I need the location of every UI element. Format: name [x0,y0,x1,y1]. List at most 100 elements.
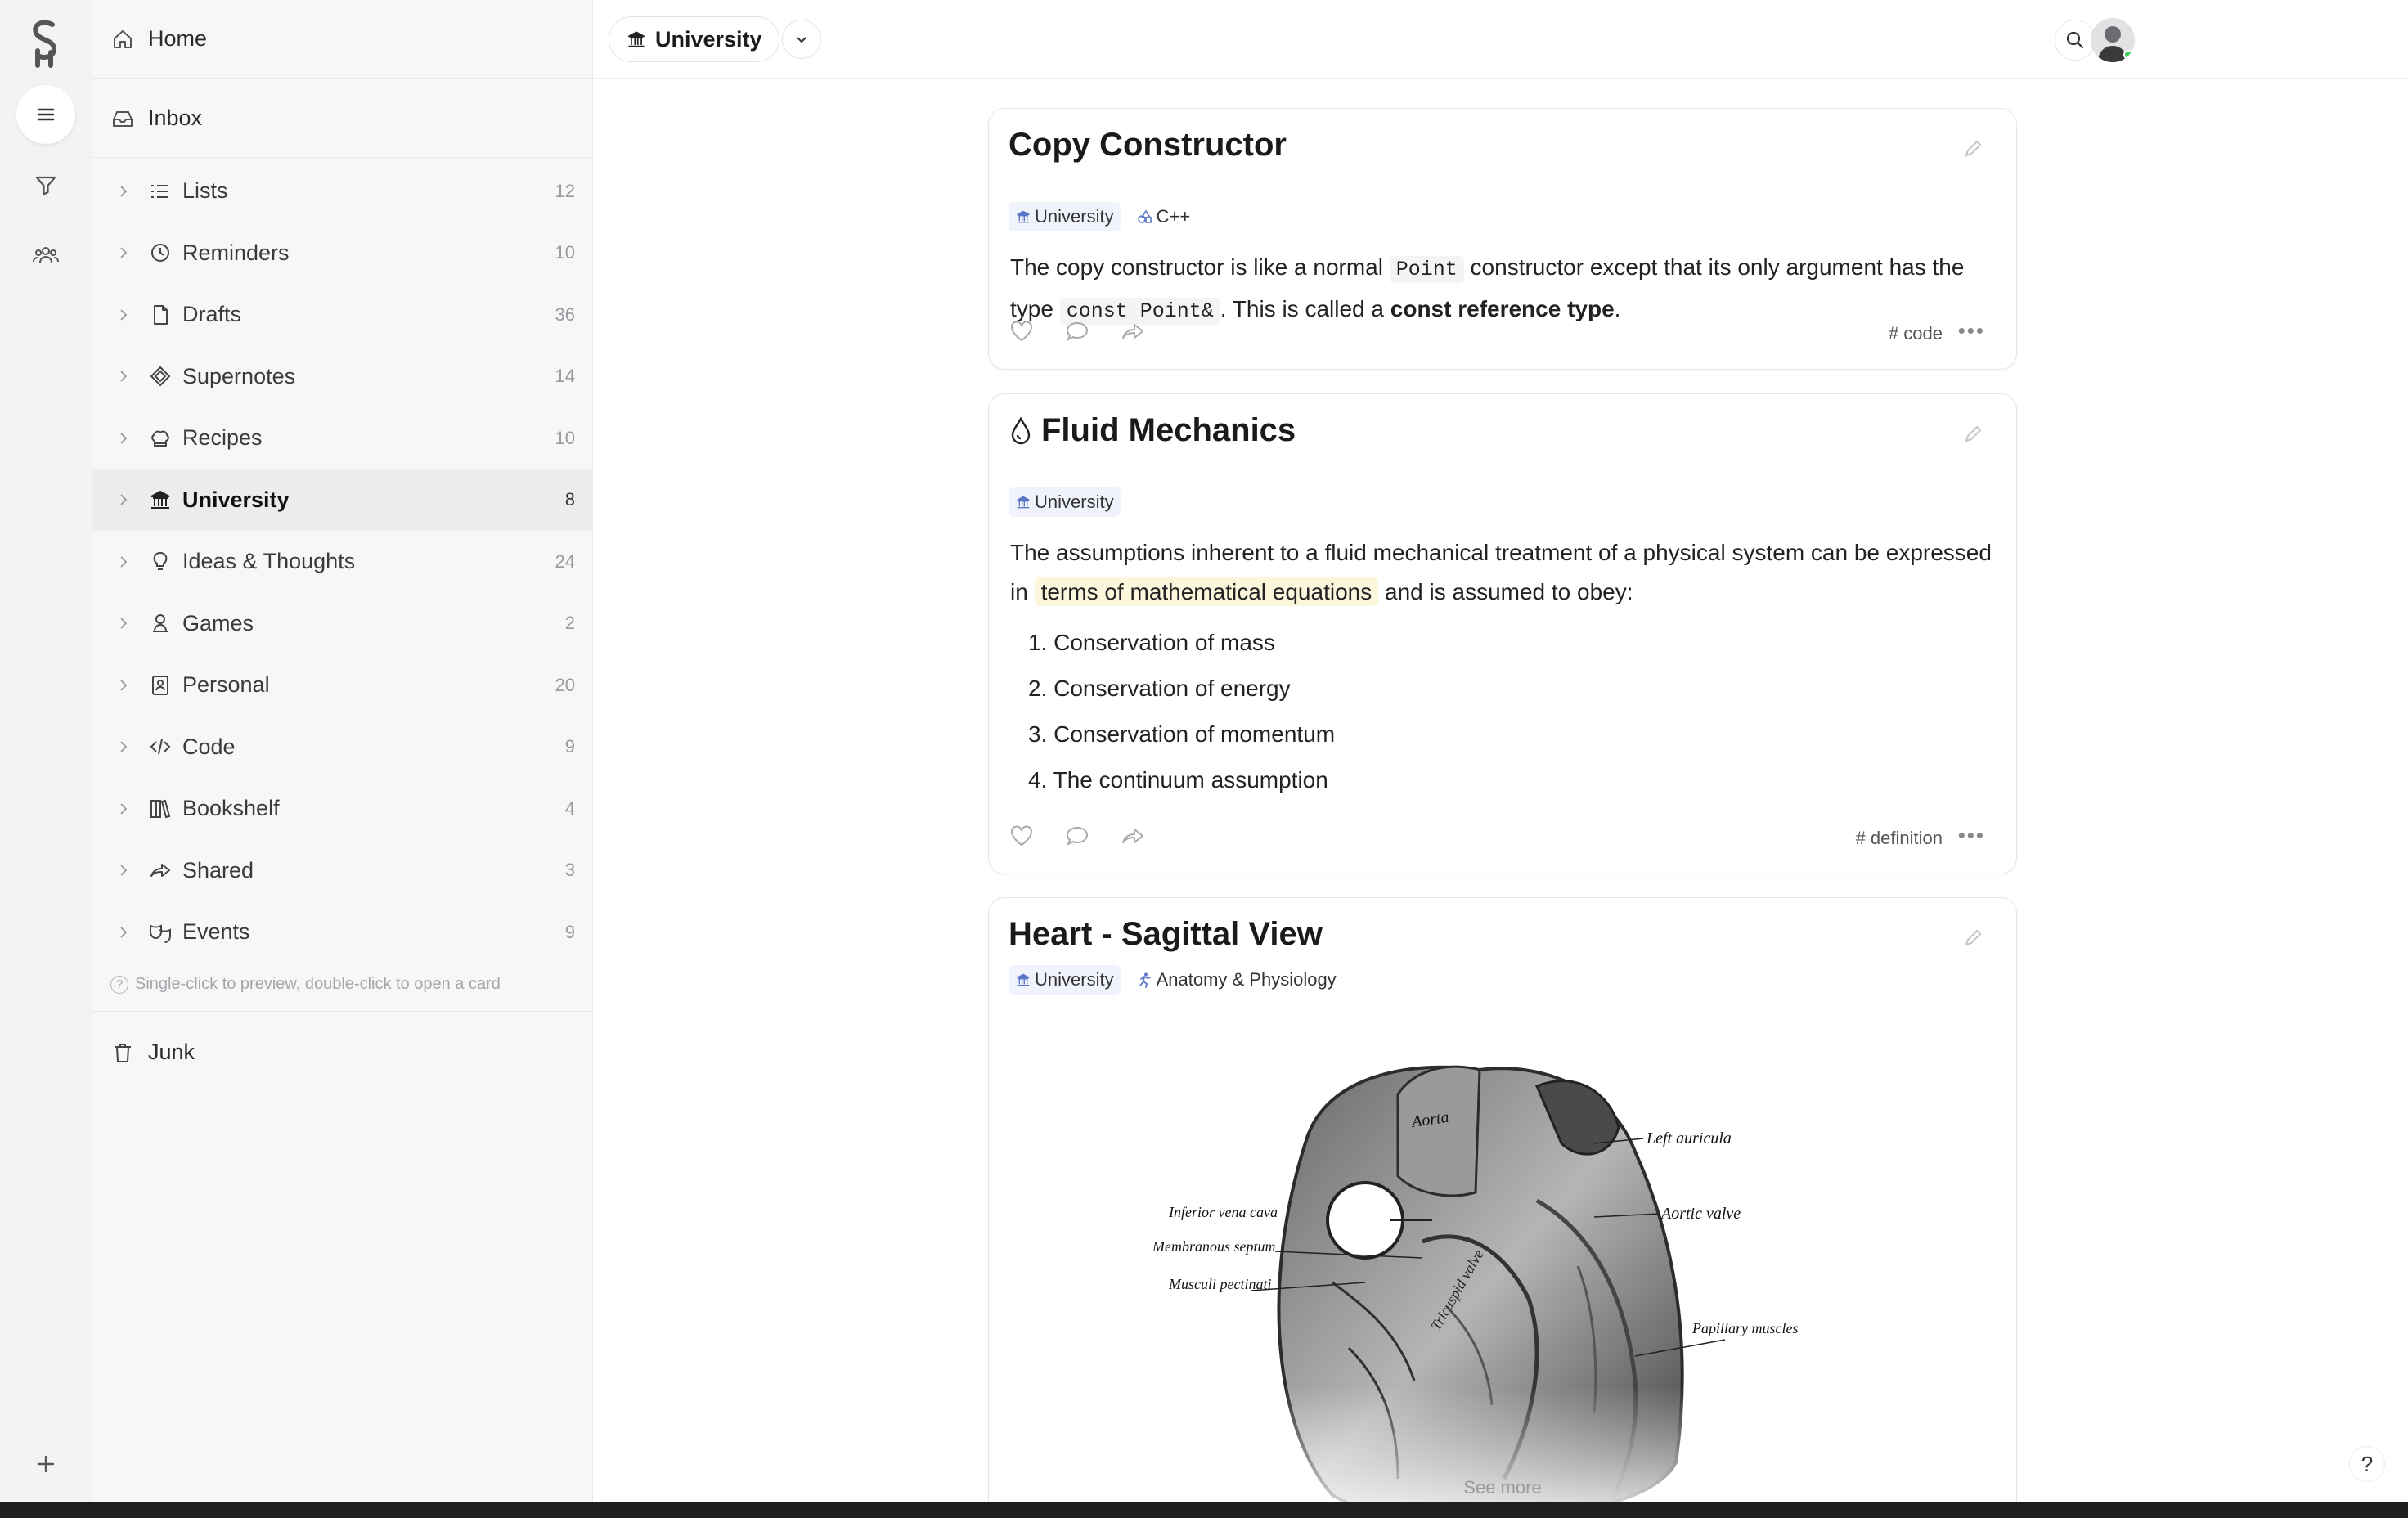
tag-cpp[interactable]: C++ [1130,202,1197,231]
bank-icon [1017,496,1030,509]
sidebar-item-code[interactable]: Code 9 [92,716,593,779]
card-actions [1009,318,1146,344]
sidebar-item-label: Reminders [182,240,290,265]
sidebar-home[interactable]: Home [92,0,593,79]
body-text: . This is called a [1220,296,1390,321]
search-icon [2066,31,2084,49]
chevron-right-icon[interactable] [115,677,132,694]
sidebar-item-reminders[interactable]: Reminders 10 [92,222,593,285]
sidebar-item-label: Drafts [182,302,242,327]
ordered-list: 1. Conservation of mass 2. Conservation … [1028,620,1335,803]
chevron-right-icon[interactable] [115,183,132,200]
card-title: Copy Constructor [1009,127,1287,163]
share-icon[interactable] [1120,318,1146,344]
chevron-right-icon[interactable] [115,554,132,570]
app-window: Home Inbox Lists 12 Reminders 10 Drafts … [0,0,2408,1518]
sidebar-item-events[interactable]: Events 9 [92,901,593,963]
sidebar-item-bookshelf[interactable]: Bookshelf 4 [92,778,593,840]
sidebar-item-count: 2 [564,613,575,634]
comment-icon[interactable] [1064,823,1090,849]
chevron-right-icon[interactable] [115,307,132,323]
avatar[interactable] [2091,18,2135,62]
workspace-dropdown-button[interactable] [782,20,821,59]
trash-icon [115,1043,131,1062]
tag-university[interactable]: University [1009,965,1121,995]
chevron-right-icon[interactable] [115,430,132,447]
card-tags: University Anatomy & Physiology [1009,965,1343,995]
share-icon [150,864,170,878]
sidebar-item-personal[interactable]: Personal 20 [92,654,593,716]
help-circle-icon: ? [110,975,128,994]
sidebar-item-count: 12 [555,180,575,201]
chevron-right-icon[interactable] [115,492,132,508]
card-heart-sagittal[interactable]: Heart - Sagittal View University Anatomy… [988,897,2017,1518]
more-options-icon[interactable]: ••• [1958,318,1985,344]
supernotes-logo[interactable] [26,18,64,69]
diamond-icon [150,366,171,387]
sidebar-inbox[interactable]: Inbox [92,79,593,158]
shapes-icon [1137,209,1152,223]
chevron-right-icon[interactable] [115,739,132,755]
body-text: . [1614,296,1621,321]
sidebar-item-label: Games [182,610,254,635]
tag-anatomy-physiology[interactable]: Anatomy & Physiology [1130,965,1343,995]
heart-label-left-auricula: Left auricula [1646,1130,1732,1147]
sidebar-item-drafts[interactable]: Drafts 36 [92,284,593,346]
bottom-bar [0,1502,2408,1518]
card-hashtag[interactable]: # definition [1856,828,1943,849]
books-icon [150,799,171,818]
tag-university[interactable]: University [1009,202,1121,231]
tag-label: C++ [1156,206,1191,227]
code-icon [150,739,171,755]
filter-button[interactable] [16,155,75,214]
card-feed: Copy Constructor University C++ The copy… [594,79,2408,1518]
top-bar: University [594,0,2408,79]
sidebar-item-games[interactable]: Games 2 [92,593,593,655]
card-copy-constructor[interactable]: Copy Constructor University C++ The copy… [988,108,2017,370]
friends-button[interactable] [16,226,75,285]
more-options-icon[interactable]: ••• [1958,823,1985,848]
card-fluid-mechanics[interactable]: Fluid Mechanics University The assumptio… [988,393,2017,874]
chevron-right-icon[interactable] [115,368,132,384]
add-icon[interactable] [31,1449,61,1479]
heart-icon[interactable] [1009,823,1035,849]
sidebar-junk[interactable]: Junk [92,1011,593,1093]
heart-illustration[interactable]: Aorta Left auricula Aortic valve Inferio… [1152,1037,1823,1518]
sidebar-item-recipes[interactable]: Recipes 10 [92,407,593,469]
workspace-selector[interactable]: University [609,16,779,62]
sidebar-item-supernotes[interactable]: Supernotes 14 [92,346,593,408]
comment-icon[interactable] [1064,318,1090,344]
sidebar-item-lists[interactable]: Lists 12 [92,160,593,222]
card-hashtag[interactable]: # code [1889,323,1943,344]
bank-icon [1017,210,1030,223]
see-more-link[interactable]: See more [989,1477,2016,1498]
pencil-icon[interactable] [1962,138,1983,159]
heart-icon[interactable] [1009,318,1035,344]
sidebar-item-count: 24 [555,550,575,572]
chevron-right-icon[interactable] [115,245,132,261]
sidebar-item-shared[interactable]: Shared 3 [92,840,593,902]
chevron-right-icon[interactable] [115,924,132,941]
heart-label-musculi-pectinati: Musculi pectinati [1168,1276,1271,1292]
lightbulb-icon [153,551,168,570]
help-button[interactable]: ? [2349,1446,2385,1482]
pencil-icon[interactable] [1962,927,1983,949]
sidebar-item-university[interactable]: University 8 [92,469,593,531]
people-icon [33,247,59,263]
chevron-right-icon[interactable] [115,615,132,631]
sidebar-item-label: Shared [182,857,254,883]
chevron-down-icon [797,37,806,43]
tag-university[interactable]: University [1009,487,1121,517]
sidebar-item-label: Supernotes [182,363,296,388]
heart-label-membranous-septum: Membranous septum [1152,1238,1276,1255]
search-button[interactable] [2055,20,2096,61]
sidebar-item-label: Ideas & Thoughts [182,549,356,574]
sidebar-item-count: 9 [564,921,575,942]
chevron-right-icon[interactable] [115,862,132,878]
chef-hat-icon [151,430,169,447]
cards-view-button[interactable] [16,85,75,144]
sidebar-item-ideas-thoughts[interactable]: Ideas & Thoughts 24 [92,531,593,593]
chevron-right-icon[interactable] [115,801,132,817]
pencil-icon[interactable] [1962,424,1983,445]
share-icon[interactable] [1120,823,1146,849]
